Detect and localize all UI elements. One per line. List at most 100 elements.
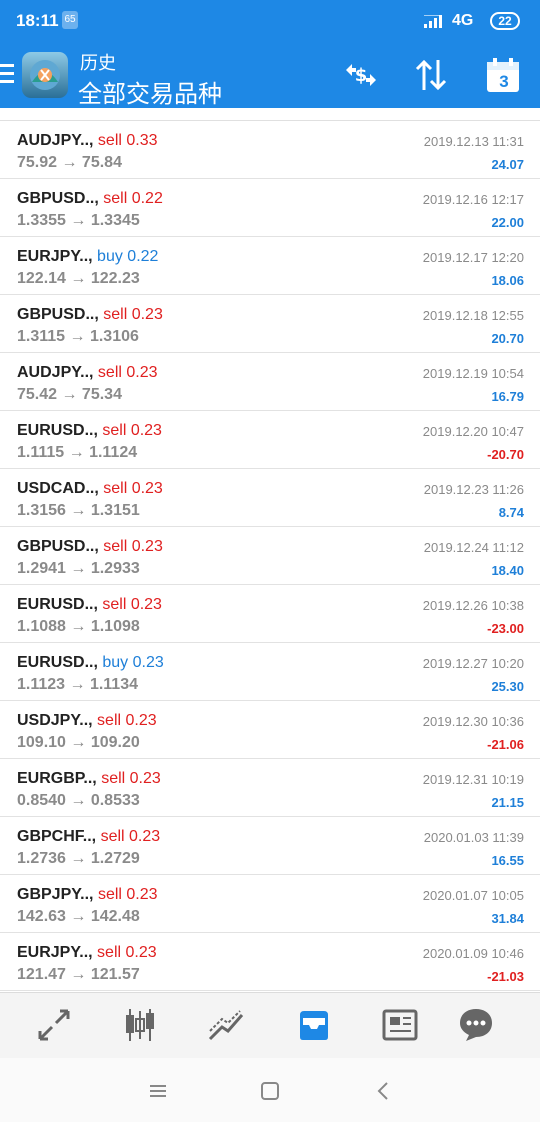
- symbol-label: EURJPY.., sell 0.23: [17, 944, 157, 962]
- home-key-icon[interactable]: [258, 1080, 282, 1102]
- history-row[interactable]: GBPUSD.., sell 0.23 1.3115 → 1.3106 2019.1…: [0, 295, 540, 353]
- system-navigation-bar: [0, 1058, 540, 1122]
- open-close-prices: 1.1115 → 1.1124: [17, 444, 138, 461]
- menu-icon[interactable]: [0, 64, 14, 84]
- symbol-label: EURGBP.., sell 0.23: [17, 770, 161, 788]
- symbol-name: GBPJPY..,: [17, 886, 94, 903]
- trade-profit: -21.06: [487, 737, 524, 752]
- open-close-prices: 109.10 → 109.20: [17, 734, 140, 751]
- history-row[interactable]: USDCAD.., sell 0.23 1.3156 → 1.3151 2019.1…: [0, 469, 540, 527]
- metatrader-logo-icon: [30, 60, 60, 90]
- trade-time: 2020.01.07 10:05: [422, 888, 524, 903]
- history-row[interactable]: AUDJPY.., sell 0.23 75.42 → 75.34 2019.12.…: [0, 353, 540, 411]
- symbol-label: EURUSD.., sell 0.23: [17, 596, 162, 614]
- trade-icon[interactable]: [206, 1005, 246, 1045]
- trade-time: 2019.12.19 10:54: [422, 366, 524, 381]
- open-close-prices: 1.3355 → 1.3345: [17, 212, 140, 229]
- trade-time: 2019.12.13 11:31: [423, 134, 524, 149]
- trade-side-volume: buy 0.23: [102, 654, 164, 671]
- symbol-label: AUDJPY.., sell 0.23: [17, 364, 158, 382]
- trade-profit: 18.06: [491, 273, 524, 288]
- calendar-day: 3: [499, 72, 509, 91]
- symbol-label: EURUSD.., sell 0.23: [17, 422, 162, 440]
- trade-side-volume: sell 0.23: [102, 596, 162, 613]
- symbol-name: EURJPY..,: [17, 944, 93, 961]
- symbol-name: GBPCHF..,: [17, 828, 97, 845]
- symbol-name: GBPUSD..,: [17, 306, 99, 323]
- symbol-name: GBPUSD..,: [17, 538, 99, 555]
- symbol-name: EURGBP..,: [17, 770, 97, 787]
- open-close-prices: 0.8540 → 0.8533: [17, 792, 140, 809]
- currency-exchange-icon[interactable]: $: [342, 56, 380, 94]
- back-key-icon[interactable]: [372, 1080, 396, 1102]
- symbol-filter[interactable]: 全部交易品种: [78, 74, 222, 109]
- history-row[interactable]: GBPUSD.., sell 0.22 1.3355 → 1.3345 2019.1…: [0, 179, 540, 237]
- open-close-prices: 1.3156 → 1.3151: [17, 502, 140, 519]
- history-row[interactable]: USDJPY.., sell 0.23 109.10 → 109.20 2019.1…: [0, 701, 540, 759]
- chat-icon[interactable]: [456, 1005, 496, 1045]
- trade-time: 2019.12.30 10:36: [422, 714, 524, 729]
- history-row[interactable]: GBPUSD.., sell 0.23 1.2941 → 1.2933 2019.1…: [0, 527, 540, 585]
- open-close-prices: 121.47 → 121.57: [17, 966, 140, 983]
- quotes-icon[interactable]: [34, 1005, 74, 1045]
- history-icon[interactable]: [294, 1005, 334, 1045]
- trade-profit: 25.30: [491, 679, 524, 694]
- bottom-navigation: [0, 992, 540, 1058]
- symbol-label: GBPJPY.., sell 0.23: [17, 886, 158, 904]
- open-close-prices: 1.1123 → 1.1134: [17, 676, 138, 693]
- symbol-name: USDJPY..,: [17, 712, 93, 729]
- symbol-name: GBPUSD..,: [17, 190, 99, 207]
- signal-icon: [424, 15, 442, 28]
- open-close-prices: 142.63 → 142.48: [17, 908, 140, 925]
- trade-side-volume: sell 0.23: [97, 364, 158, 381]
- open-close-prices: 75.92 → 75.84: [17, 154, 122, 171]
- app-bar: 历史 全部交易品种 $ 3: [0, 42, 540, 108]
- trade-profit: 20.70: [491, 331, 524, 346]
- trade-side-volume: sell 0.23: [97, 712, 157, 729]
- network-type: 4G: [452, 12, 474, 29]
- trade-profit: 16.79: [491, 389, 524, 404]
- history-row[interactable]: EURUSD.., buy 0.23 1.1123 → 1.1134 2019.12…: [0, 643, 540, 701]
- trade-profit: 31.84: [491, 911, 524, 926]
- trade-side-volume: buy 0.22: [97, 248, 159, 265]
- trade-time: 2019.12.16 12:17: [422, 192, 524, 207]
- history-row[interactable]: EURJPY.., buy 0.22 122.14 → 122.23 2019.12…: [0, 237, 540, 295]
- trade-profit: -23.00: [487, 621, 524, 636]
- trade-time: 2019.12.27 10:20: [422, 656, 524, 671]
- sort-icon[interactable]: [412, 56, 450, 94]
- history-row[interactable]: EURJPY.., sell 0.23 121.47 → 121.57 2020.0…: [0, 933, 540, 991]
- trade-time: 2019.12.24 11:12: [423, 540, 524, 555]
- trade-profit: 21.15: [491, 795, 524, 810]
- trade-side-volume: sell 0.23: [102, 422, 162, 439]
- history-row[interactable]: AUDJPY.., sell 0.33 75.92 → 75.84 2019.12.…: [0, 121, 540, 179]
- symbol-label: GBPUSD.., sell 0.23: [17, 538, 163, 556]
- trade-side-volume: sell 0.23: [103, 306, 163, 323]
- trade-time: 2020.01.03 11:39: [423, 830, 524, 845]
- trade-side-volume: sell 0.22: [103, 190, 163, 207]
- status-time: 18:11: [16, 11, 59, 30]
- trade-side-volume: sell 0.23: [97, 944, 157, 961]
- trade-side-volume: sell 0.23: [103, 538, 163, 555]
- chart-icon[interactable]: [120, 1005, 160, 1045]
- symbol-label: USDJPY.., sell 0.23: [17, 712, 157, 730]
- trade-profit: 8.74: [498, 505, 524, 520]
- history-row[interactable]: EURUSD.., sell 0.23 1.1088 → 1.1098 2019.1…: [0, 585, 540, 643]
- symbol-name: USDCAD..,: [17, 480, 99, 497]
- open-close-prices: 122.14 → 122.23: [17, 270, 140, 287]
- history-list[interactable]: AUDJPY.., sell 0.33 75.92 → 75.84 2019.12.…: [0, 108, 540, 992]
- trade-side-volume: sell 0.23: [100, 828, 161, 845]
- symbol-label: GBPUSD.., sell 0.22: [17, 190, 163, 208]
- menu-key-icon[interactable]: [146, 1080, 170, 1102]
- trade-side-volume: sell 0.23: [97, 886, 158, 903]
- trade-profit: 18.40: [491, 563, 524, 578]
- history-row[interactable]: EURUSD.., sell 0.23 1.1115 → 1.1124 2019.1…: [0, 411, 540, 469]
- history-row[interactable]: GBPJPY.., sell 0.23 142.63 → 142.48 2020.0…: [0, 875, 540, 933]
- news-icon[interactable]: [380, 1005, 420, 1045]
- trade-profit: 22.00: [491, 215, 524, 230]
- app-logo: [22, 52, 68, 98]
- history-row[interactable]: GBPCHF.., sell 0.23 1.2736 → 1.2729 2020.0…: [0, 817, 540, 875]
- symbol-label: EURUSD.., buy 0.23: [17, 654, 164, 672]
- history-row[interactable]: EURGBP.., sell 0.23 0.8540 → 0.8533 2019.1…: [0, 759, 540, 817]
- symbol-name: EURUSD..,: [17, 422, 98, 439]
- trade-profit: 16.55: [491, 853, 524, 868]
